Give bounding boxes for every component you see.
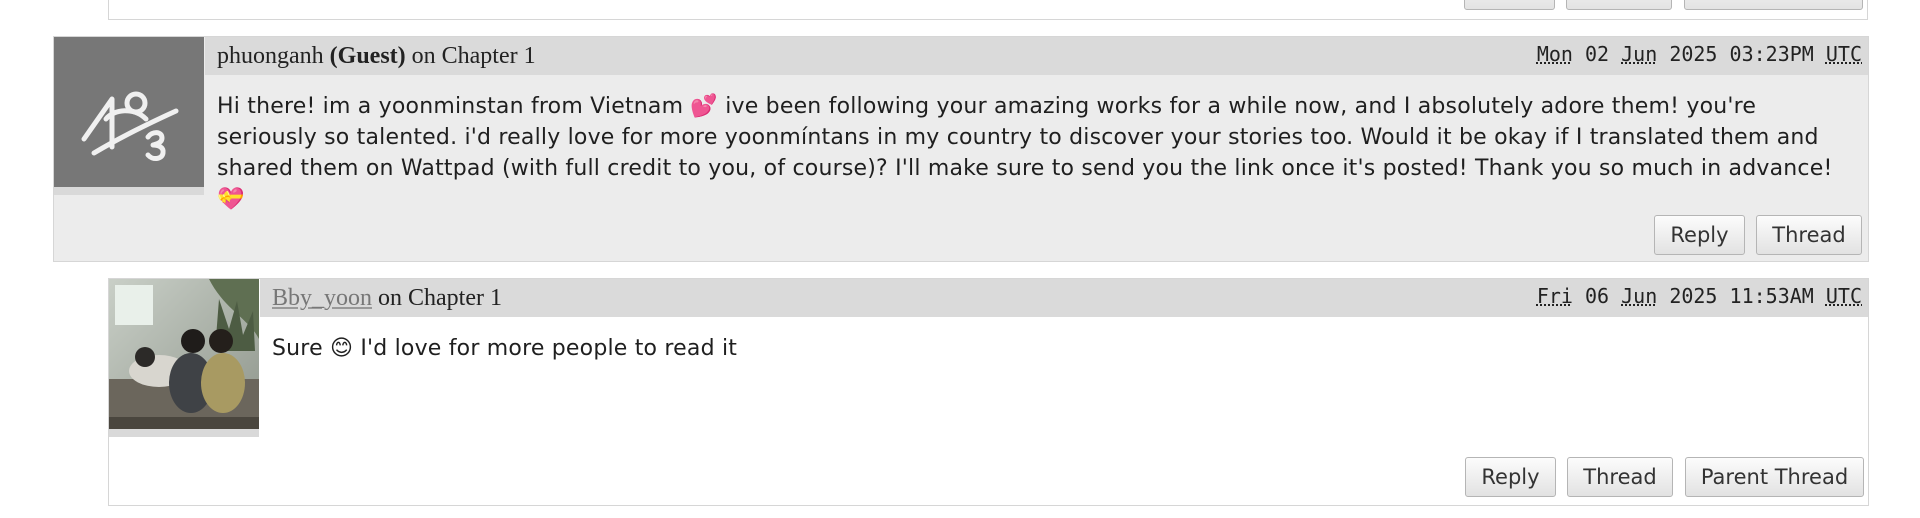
- timezone: UTC: [1825, 42, 1862, 66]
- reply-button[interactable]: Reply: [1465, 457, 1556, 497]
- day: 06: [1585, 284, 1610, 308]
- reply-button[interactable]: Reply: [1654, 215, 1745, 255]
- guest-comment: phuonganh (Guest) on Chapter 1 Mon 02 Ju…: [53, 36, 1869, 262]
- month: Jun: [1621, 284, 1658, 308]
- day-of-week: Fri: [1536, 284, 1573, 308]
- thread-button[interactable]: Thread: [1567, 457, 1673, 497]
- parent-thread-button[interactable]: Parent Thread: [1685, 457, 1864, 497]
- comment-body: Hi there! im a yoonminstan from Vietnam …: [217, 94, 1833, 212]
- year: 2025: [1669, 42, 1718, 66]
- time: 03:23PM: [1729, 42, 1814, 66]
- user-avatar[interactable]: [109, 279, 259, 429]
- chapter-reference: on Chapter 1: [411, 43, 536, 69]
- comment-datetime: Fri 06 Jun 2025 11:53AM UTC: [1537, 284, 1862, 308]
- author-reply-comment: Bby_yoon on Chapter 1 Fri 06 Jun 2025 11…: [108, 278, 1869, 506]
- thread-button[interactable]: Thread: [1756, 215, 1862, 255]
- year: 2025: [1669, 284, 1718, 308]
- comment-body: Sure 😊 I'd love for more people to read …: [272, 336, 738, 361]
- previous-reply-button[interactable]: [1464, 0, 1555, 10]
- guest-label: (Guest): [329, 43, 406, 69]
- chapter-reference: on Chapter 1: [378, 285, 502, 311]
- month: Jun: [1621, 42, 1658, 66]
- previous-thread-button[interactable]: [1566, 0, 1672, 10]
- day: 02: [1585, 42, 1610, 66]
- author-link[interactable]: Bby_yoon: [272, 285, 372, 311]
- avatar-underline: [54, 187, 204, 195]
- day-of-week: Mon: [1536, 42, 1573, 66]
- time: 11:53AM: [1729, 284, 1814, 308]
- timezone: UTC: [1825, 284, 1862, 308]
- comment-byline: Bby_yoon on Chapter 1: [272, 285, 502, 312]
- avatar-underline: [109, 429, 259, 437]
- comment-datetime: Mon 02 Jun 2025 03:23PM UTC: [1537, 42, 1862, 66]
- author-name: phuonganh: [217, 43, 324, 69]
- guest-avatar-icon: [54, 37, 204, 187]
- comment-byline: phuonganh (Guest) on Chapter 1: [217, 43, 536, 70]
- previous-parent-thread-button[interactable]: [1684, 0, 1863, 10]
